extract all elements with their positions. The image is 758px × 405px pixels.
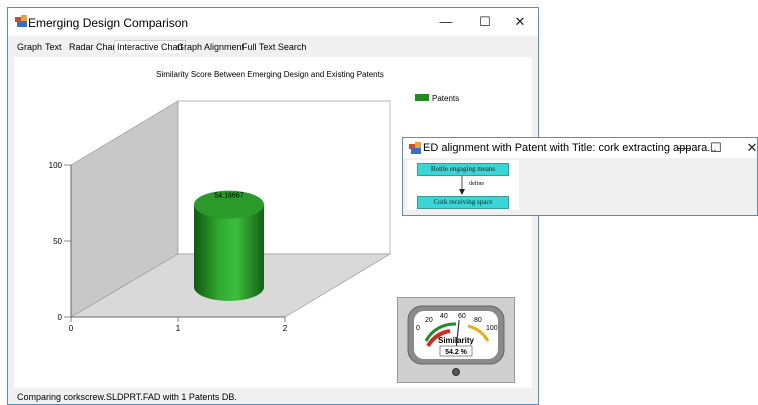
edge-label: define (469, 181, 484, 187)
close-button[interactable]: ✕ (505, 12, 535, 32)
edge-arrow (459, 176, 465, 195)
alignment-title-bar[interactable]: ED alignment with Patent with Title: cor… (403, 138, 757, 158)
tab-interactive-chart[interactable]: Interactive Chart (114, 40, 187, 53)
chart-title: Similarity Score Between Emerging Design… (156, 70, 384, 79)
x-tick-label: 0 (69, 324, 74, 333)
maximize-button[interactable]: ☐ (701, 138, 731, 158)
similarity-gauge: 0 20 40 60 80 100 Similarity 54.2 % (397, 297, 515, 383)
alignment-graph: Bottle engaging means define Cork receiv… (407, 160, 519, 210)
x-tick-label: 1 (176, 324, 181, 333)
bar-layer (194, 190, 264, 301)
tab-radar-chart[interactable]: Radar Chart (69, 42, 118, 52)
y-tick-label: 0 (58, 313, 63, 322)
gauge-scale-label: 60 (458, 313, 466, 320)
title-bar[interactable]: Emerging Design Comparison — ☐ ✕ (8, 8, 538, 36)
tab-graph[interactable]: Graph (17, 42, 42, 52)
status-text: Comparing corkscrew.SLDPRT.FAD with 1 Pa… (17, 392, 237, 402)
legend-swatch (415, 94, 429, 101)
tab-text[interactable]: Text (45, 42, 62, 52)
gauge-value-text: 54.2 % (445, 349, 468, 356)
tab-full-text-search[interactable]: Full Text Search (242, 42, 306, 52)
y-tick-label: 100 (49, 161, 63, 170)
close-button[interactable]: ✕ (737, 138, 758, 158)
minimize-button[interactable]: — (431, 12, 461, 32)
gauge-scale-label: 0 (416, 325, 420, 332)
app-icon (409, 142, 421, 154)
maximize-button[interactable]: ☐ (470, 12, 500, 32)
gauge-scale-label: 40 (440, 313, 448, 320)
alignment-window: ED alignment with Patent with Title: cor… (402, 137, 758, 216)
gauge-label: Similarity (438, 336, 475, 345)
window-title: Emerging Design Comparison (28, 16, 189, 30)
tab-graph-alignment[interactable]: Graph Alignment (177, 42, 244, 52)
y-tick-label: 50 (53, 237, 62, 246)
bar-data-label: 54.16667 (214, 193, 243, 200)
gauge-knob (452, 368, 460, 376)
gauge-scale-label: 100 (486, 325, 498, 332)
gauge-scale-label: 20 (425, 317, 433, 324)
bar-patents-body[interactable] (194, 204, 264, 301)
node-cork-receiving-space[interactable]: Cork receiving space (417, 196, 509, 209)
x-tick-label: 2 (283, 324, 288, 333)
legend-label: Patents (432, 94, 459, 103)
gauge-scale-label: 80 (474, 317, 482, 324)
minimize-button[interactable]: — (669, 138, 699, 158)
node-bottle-engaging-means[interactable]: Bottle engaging means (417, 163, 509, 176)
